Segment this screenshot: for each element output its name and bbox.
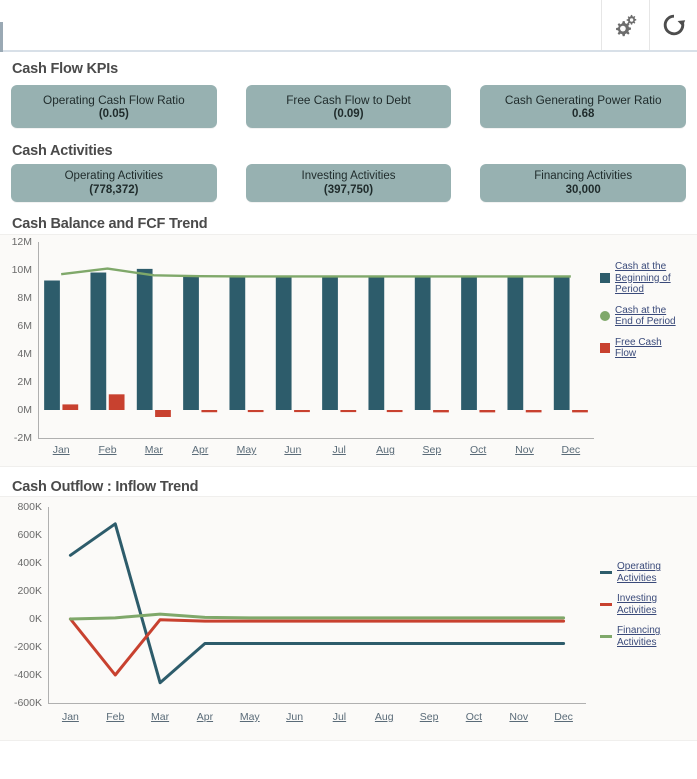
activities-card-row: Operating Activities (778,372) Investing… [0, 164, 697, 202]
chart-title-cash-balance-fcf: Cash Balance and FCF Trend [12, 216, 208, 232]
y-axis-tick-label: 400K [17, 557, 42, 569]
chart-series-layer [68, 522, 566, 685]
x-axis-tick-sep[interactable]: Sep [420, 711, 439, 723]
y-axis-tick-label: 600K [17, 529, 42, 541]
kpi-card-value: 0.68 [571, 107, 595, 120]
y-axis-tick-label: 8M [17, 292, 32, 304]
legend-item[interactable]: Operating Activities [600, 561, 679, 584]
x-axis-tick-feb[interactable]: Feb [98, 444, 116, 456]
activity-card-label: Investing Activities [301, 170, 396, 182]
legend-label[interactable]: Free Cash Flow [615, 337, 677, 360]
y-axis-tick-label: 0K [29, 613, 42, 625]
x-axis-tick-jun[interactable]: Jun [286, 711, 303, 723]
panel-edge-accent [0, 22, 3, 52]
legend-swatch-icon [600, 635, 612, 638]
kpi-card-value: (0.05) [98, 107, 129, 120]
chart2-plot-area: 800K 600K 400K 200K 0K -200K -400K -600K Jan Feb M… [14, 501, 586, 723]
chart-title-cash-outflow-inflow: Cash Outflow : Inflow Trend [12, 479, 199, 495]
x-axis-tick-dec[interactable]: Dec [561, 444, 580, 456]
legend-swatch-icon [600, 343, 610, 353]
y-axis-tick-label: 12M [11, 236, 32, 248]
chart2-legend: Operating Activities Investing Activities… [600, 561, 679, 657]
y-axis-tick-label: -400K [13, 669, 42, 681]
x-axis-tick-nov[interactable]: Nov [515, 444, 534, 456]
legend-label[interactable]: Cash at the Beginning of Period [615, 261, 677, 296]
chart1-plot-area: 12M 10M 8M 6M 4M 2M 0M -2M Jan Feb Mar Apr May Jun Jul… [12, 236, 594, 456]
y-axis-tick-label: 4M [17, 348, 32, 360]
refresh-button[interactable] [649, 0, 697, 50]
x-axis-tick-dec[interactable]: Dec [554, 711, 573, 723]
x-axis-line [38, 438, 594, 439]
x-axis-tick-apr[interactable]: Apr [197, 711, 213, 723]
y-axis-tick-label: 10M [11, 264, 32, 276]
legend-item[interactable]: Investing Activities [600, 593, 679, 616]
x-axis-tick-oct[interactable]: Oct [470, 444, 486, 456]
y-axis-tick-label: -2M [13, 432, 32, 444]
x-axis-tick-feb[interactable]: Feb [106, 711, 124, 723]
legend-item[interactable]: Free Cash Flow [600, 337, 677, 360]
legend-swatch-icon [600, 571, 612, 574]
kpi-card-operating-cash-flow-ratio[interactable]: Operating Cash Flow Ratio (0.05) [11, 85, 217, 128]
kpi-card-cash-generating-power-ratio[interactable]: Cash Generating Power Ratio 0.68 [480, 85, 687, 128]
activities-section-title: Cash Activities [12, 143, 113, 159]
x-axis-tick-may[interactable]: May [240, 711, 260, 723]
legend-label[interactable]: Operating Activities [617, 561, 679, 584]
activity-card-label: Financing Activities [534, 170, 633, 182]
x-axis-tick-aug[interactable]: Aug [376, 444, 395, 456]
kpi-card-label: Cash Generating Power Ratio [504, 92, 662, 107]
x-axis-tick-nov[interactable]: Nov [509, 711, 528, 723]
kpi-section-title: Cash Flow KPIs [12, 61, 118, 77]
x-axis-tick-oct[interactable]: Oct [466, 711, 482, 723]
settings-button[interactable] [601, 0, 649, 50]
activity-card-value: (778,372) [89, 184, 139, 196]
legend-item[interactable]: Cash at the Beginning of Period [600, 261, 677, 296]
kpi-card-row: Operating Cash Flow Ratio (0.05) Free Ca… [0, 85, 697, 128]
chart-panel-cash-balance-fcf: 12M 10M 8M 6M 4M 2M 0M -2M Jan Feb Mar Apr May Jun Jul… [0, 234, 697, 467]
legend-label[interactable]: Cash at the End of Period [615, 305, 677, 328]
activity-card-value: 30,000 [565, 184, 601, 196]
x-axis-tick-mar[interactable]: Mar [145, 444, 163, 456]
legend-item[interactable]: Financing Activities [600, 625, 679, 648]
legend-label[interactable]: Investing Activities [617, 593, 679, 616]
x-axis-tick-sep[interactable]: Sep [422, 444, 441, 456]
legend-swatch-icon [600, 603, 612, 606]
y-axis-tick-label: 200K [17, 585, 42, 597]
y-axis-tick-label: -200K [13, 641, 42, 653]
cash-flow-dashboard: Cash Flow KPIs Operating Cash Flow Ratio… [0, 0, 697, 779]
top-toolbar [0, 0, 697, 52]
chart-panel-cash-outflow-inflow: 800K 600K 400K 200K 0K -200K -400K -600K Jan Feb M… [0, 496, 697, 741]
y-axis-tick-label: 800K [17, 501, 42, 513]
x-axis-tick-jan[interactable]: Jan [62, 711, 79, 723]
x-axis-tick-aug[interactable]: Aug [375, 711, 394, 723]
legend-swatch-icon [600, 273, 610, 284]
legend-swatch-icon [600, 311, 610, 321]
kpi-card-free-cash-flow-to-debt[interactable]: Free Cash Flow to Debt (0.09) [245, 85, 452, 128]
kpi-card-value: (0.09) [333, 107, 364, 120]
activity-card-operating-activities[interactable]: Operating Activities (778,372) [11, 164, 217, 202]
gear-icon [613, 12, 639, 38]
x-axis-line [48, 703, 586, 704]
kpi-card-label: Operating Cash Flow Ratio [43, 92, 185, 107]
activity-card-investing-activities[interactable]: Investing Activities (397,750) [245, 164, 452, 202]
y-axis-tick-label: 6M [17, 320, 32, 332]
chart-series-layer [44, 267, 588, 417]
y-axis-tick-label: 0M [17, 404, 32, 416]
x-axis-tick-mar[interactable]: Mar [151, 711, 169, 723]
y-axis-tick-label: -600K [13, 697, 42, 709]
refresh-icon [661, 12, 687, 38]
activity-card-value: (397,750) [323, 184, 374, 196]
kpi-card-label: Free Cash Flow to Debt [286, 92, 411, 107]
x-axis-tick-apr[interactable]: Apr [192, 444, 208, 456]
x-axis-tick-jul[interactable]: Jul [333, 711, 346, 723]
x-axis-tick-may[interactable]: May [237, 444, 257, 456]
legend-item[interactable]: Cash at the End of Period [600, 305, 677, 328]
x-axis-tick-jan[interactable]: Jan [53, 444, 70, 456]
legend-label[interactable]: Financing Activities [617, 625, 679, 648]
y-axis-tick-label: 2M [17, 376, 32, 388]
x-axis-tick-jun[interactable]: Jun [284, 444, 301, 456]
x-axis-tick-jul[interactable]: Jul [332, 444, 345, 456]
activity-card-financing-activities[interactable]: Financing Activities 30,000 [480, 164, 687, 202]
activity-card-label: Operating Activities [64, 170, 164, 182]
chart1-legend: Cash at the Beginning of Period Cash at t… [600, 261, 677, 369]
